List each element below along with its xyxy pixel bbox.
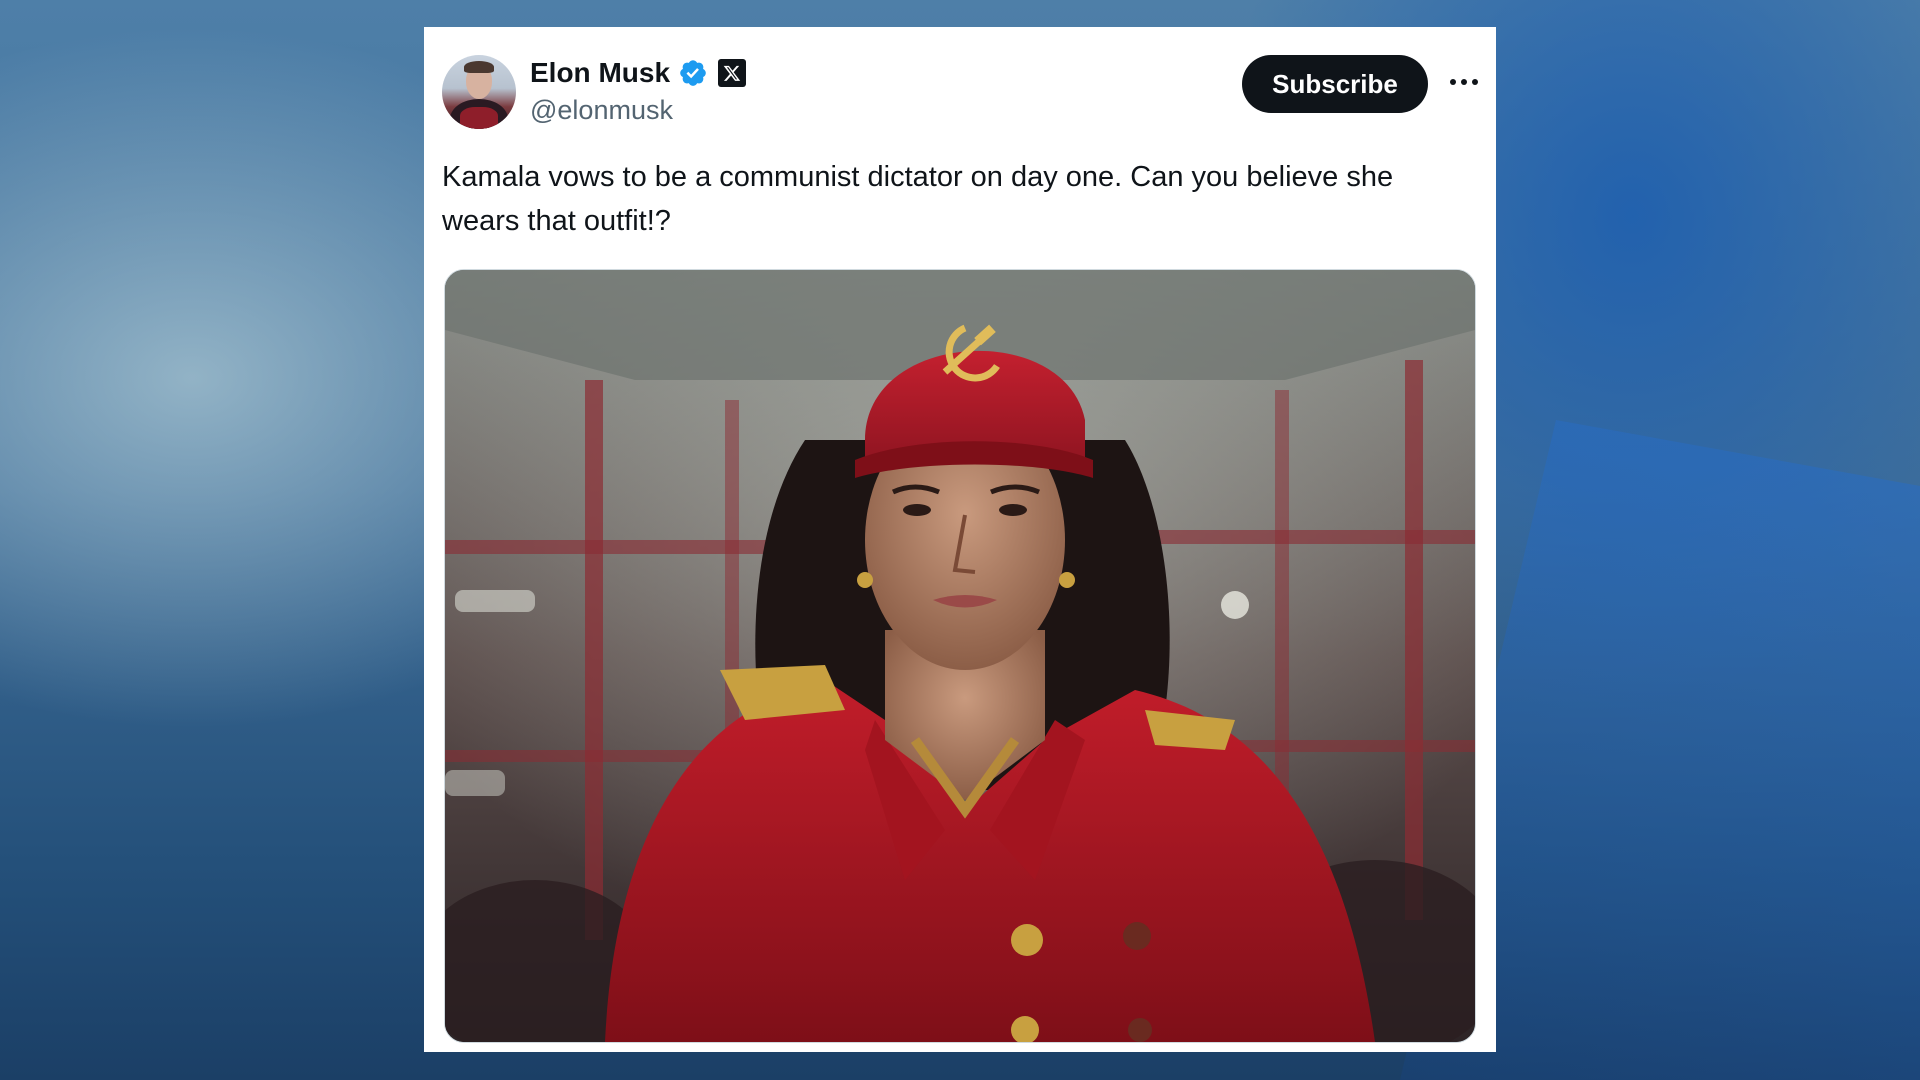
avatar-accent xyxy=(460,107,498,129)
subscribe-button[interactable]: Subscribe xyxy=(1242,55,1428,113)
post-image[interactable] xyxy=(444,269,1476,1043)
verified-badge-icon xyxy=(680,60,706,86)
author-name-row: Elon Musk xyxy=(530,57,747,89)
post-image-illustration xyxy=(445,270,1475,1042)
post-card: Elon Musk @elonmusk Subscribe Kamala vow… xyxy=(424,27,1496,1052)
author-name[interactable]: Elon Musk xyxy=(530,57,670,89)
avatar[interactable] xyxy=(442,55,516,129)
post-text: Kamala vows to be a communist dictator o… xyxy=(442,161,1394,237)
author-handle[interactable]: @elonmusk xyxy=(530,95,673,126)
x-logo-icon xyxy=(718,59,747,87)
avatar-hair xyxy=(464,61,494,73)
more-horizontal-icon[interactable] xyxy=(1444,67,1484,97)
